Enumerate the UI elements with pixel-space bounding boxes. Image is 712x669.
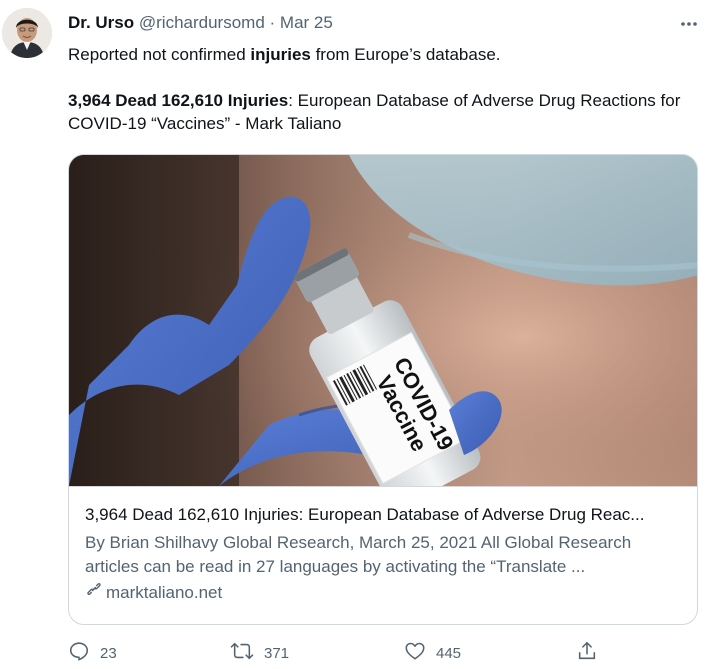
card-divider <box>69 486 697 487</box>
share-icon <box>576 640 598 666</box>
tweet-line-1-bold: injuries <box>250 45 311 64</box>
tweet-line-2: 3,964 Dead 162,610 Injuries: European Da… <box>68 89 688 135</box>
author-handle[interactable]: @richardursomd <box>139 13 265 32</box>
retweet-icon <box>230 640 254 666</box>
separator-dot: · <box>269 13 276 32</box>
card-domain-text: marktaliano.net <box>106 582 223 602</box>
share-button[interactable] <box>576 640 598 666</box>
reply-icon <box>68 640 90 666</box>
reply-button[interactable]: 23 <box>68 640 117 666</box>
card-domain[interactable]: marktaliano.net <box>85 580 685 605</box>
like-icon <box>404 640 426 666</box>
author-name[interactable]: Dr. Urso <box>68 13 134 32</box>
reply-count: 23 <box>100 644 117 662</box>
link-icon <box>85 580 103 605</box>
tweet-date[interactable]: Mar 25 <box>280 13 333 32</box>
avatar[interactable] <box>2 8 52 58</box>
retweet-count: 371 <box>264 644 290 662</box>
card-image[interactable]: COVID-19 Vaccine <box>69 155 697 486</box>
tweet: Dr. Urso @richardursomd · Mar 25 Reporte… <box>0 0 712 669</box>
tweet-text: Reported not confirmed injuries from Eur… <box>68 43 688 135</box>
more-icon <box>680 14 698 32</box>
link-card[interactable]: COVID-19 Vaccine 3,964 Dead 162,610 Inju… <box>68 154 698 625</box>
tweet-line-1-prefix: Reported not confirmed <box>68 45 251 64</box>
like-button[interactable]: 445 <box>404 640 461 666</box>
like-count: 445 <box>436 644 462 662</box>
card-description: By Brian Shilhavy Global Research, March… <box>85 533 632 576</box>
tweet-line-2-bold: 3,964 Dead 162,610 Injuries <box>68 91 289 110</box>
more-button[interactable] <box>678 12 700 34</box>
tweet-actions: 23 371 445 <box>68 640 688 668</box>
tweet-line-1: Reported not confirmed injuries from Eur… <box>68 43 688 66</box>
card-text: 3,964 Dead 162,610 Injuries: European Da… <box>85 503 685 605</box>
tweet-line-1-suffix: from Europe’s database. <box>310 45 501 64</box>
tweet-header: Dr. Urso @richardursomd · Mar 25 <box>68 12 652 34</box>
retweet-button[interactable]: 371 <box>230 640 289 666</box>
card-title[interactable]: 3,964 Dead 162,610 Injuries: European Da… <box>85 503 685 527</box>
